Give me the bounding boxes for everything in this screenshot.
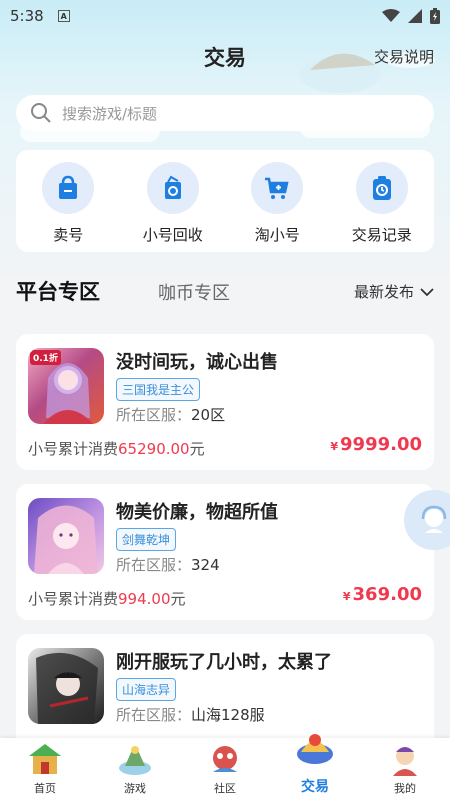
listing-price: ¥369.00 <box>343 584 422 605</box>
currency-symbol: ¥ <box>342 590 351 603</box>
wifi-icon <box>382 9 400 22</box>
sort-dropdown[interactable]: 最新发布 <box>354 281 434 302</box>
spend-unit: 元 <box>189 440 205 458</box>
trade-icon <box>297 734 333 764</box>
community-icon <box>213 746 237 772</box>
chevron-down-icon <box>420 287 434 296</box>
listing-title: 物美价廉，物超所值 <box>116 502 278 523</box>
server-info: 所在区服：山海128服 <box>116 704 265 725</box>
spend-amount: 994.00 <box>118 590 171 608</box>
price-value: 9999.00 <box>340 434 422 455</box>
clipboard-clock-icon <box>355 162 408 214</box>
home-icon <box>29 744 61 774</box>
bottom-navigation: 首页 游戏 社区 交易 我的 <box>0 734 450 800</box>
sort-label: 最新发布 <box>353 283 414 301</box>
search-icon <box>31 103 51 123</box>
nav-label: 社区 <box>214 782 236 795</box>
spend-info: 小号累计消费65290.00元 <box>28 438 205 459</box>
server-label: 所在区服： <box>116 406 192 424</box>
tab-platform-zone[interactable]: 平台专区 <box>16 276 100 306</box>
notification-icon: A <box>57 10 70 22</box>
search-bar[interactable]: 搜索游戏/标题 <box>16 95 434 131</box>
quick-action-label: 淘小号 <box>254 226 300 244</box>
quick-action-buy[interactable]: 淘小号 <box>237 162 317 252</box>
bag-icon <box>42 162 95 214</box>
quick-action-label: 卖号 <box>53 226 84 244</box>
game-tag: 剑舞乾坤 <box>116 528 177 551</box>
nav-label: 交易 <box>301 779 329 795</box>
nav-community[interactable]: 社区 <box>180 738 270 800</box>
spend-unit: 元 <box>170 590 186 608</box>
nav-label: 游戏 <box>124 782 146 795</box>
cart-icon <box>251 162 304 214</box>
page-header: 交易 交易说明 <box>0 36 450 76</box>
price-value: 369.00 <box>352 584 422 605</box>
recycle-icon <box>146 162 199 214</box>
quick-actions: 卖号 小号回收 淘小号 交易记录 <box>16 150 434 252</box>
profile-icon <box>393 747 417 776</box>
spend-amount: 65290.00 <box>118 440 190 458</box>
game-thumbnail <box>28 648 104 724</box>
battery-icon <box>430 8 440 24</box>
tab-coin-zone[interactable]: 咖币专区 <box>158 279 230 305</box>
currency-symbol: ¥ <box>330 440 339 453</box>
trade-help-link[interactable]: 交易说明 <box>374 46 434 67</box>
status-time: 5:38 <box>10 7 44 25</box>
discount-badge: 0.1折 <box>30 350 61 365</box>
spend-info: 小号累计消费994.00元 <box>28 588 186 609</box>
server-info: 所在区服：324 <box>116 554 220 575</box>
game-tag: 三国我是主公 <box>116 378 201 401</box>
nav-label: 我的 <box>394 782 416 795</box>
quick-action-records[interactable]: 交易记录 <box>342 162 422 252</box>
quick-action-label: 交易记录 <box>351 226 412 244</box>
headset-icon <box>421 505 447 533</box>
quick-action-recycle[interactable]: 小号回收 <box>133 162 213 252</box>
server-info: 所在区服：20区 <box>116 404 225 425</box>
nav-profile[interactable]: 我的 <box>360 738 450 800</box>
game-tag: 山海志异 <box>116 678 177 701</box>
nav-games[interactable]: 游戏 <box>90 738 180 800</box>
search-placeholder: 搜索游戏/标题 <box>62 104 158 123</box>
nav-label: 首页 <box>34 782 56 795</box>
quick-action-sell[interactable]: 卖号 <box>28 162 108 252</box>
server-value: 324 <box>191 556 220 574</box>
server-label: 所在区服： <box>116 556 192 574</box>
game-thumbnail: 0.1折 <box>28 348 104 424</box>
signal-icon <box>408 9 422 23</box>
spend-label: 小号累计消费 <box>28 440 119 458</box>
game-icon <box>119 746 151 775</box>
nav-home[interactable]: 首页 <box>0 738 90 800</box>
zone-tabs: 平台专区 咖币专区 最新发布 <box>16 276 434 308</box>
status-bar: 5:38 A <box>0 0 450 32</box>
game-thumbnail <box>28 498 104 574</box>
listing-title: 刚开服玩了几小时，太累了 <box>116 652 332 673</box>
server-value: 山海128服 <box>191 706 265 724</box>
quick-action-label: 小号回收 <box>142 226 203 244</box>
listing-card[interactable]: 物美价廉，物超所值 剑舞乾坤 所在区服：324 小号累计消费994.00元 ¥3… <box>16 484 434 620</box>
server-label: 所在区服： <box>116 706 192 724</box>
nav-trade[interactable]: 交易 <box>270 734 360 800</box>
listing-card[interactable]: 0.1折 没时间玩，诚心出售 三国我是主公 所在区服：20区 小号累计消费652… <box>16 334 434 470</box>
server-value: 20区 <box>191 406 226 424</box>
listing-price: ¥9999.00 <box>330 434 422 455</box>
spend-label: 小号累计消费 <box>28 590 119 608</box>
listing-title: 没时间玩，诚心出售 <box>116 352 278 373</box>
